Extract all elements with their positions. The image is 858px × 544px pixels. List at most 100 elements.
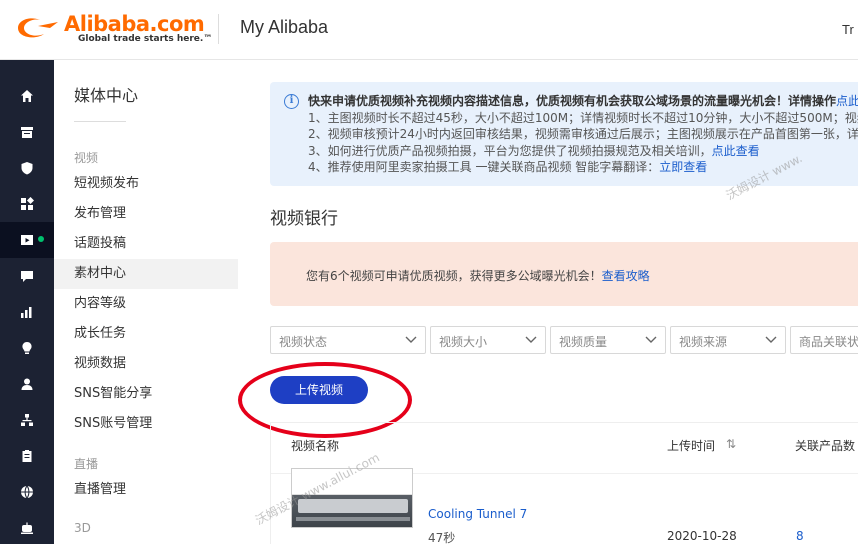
notice-line-4-text: 3、如何进行优质产品视频拍摄，平台为您提供了视频拍摄规范及相关培训， bbox=[308, 143, 712, 158]
main-content: i 快来申请优质视频补充视频内容描述信息，优质视频有机会获取公域场景的流量曝光机… bbox=[238, 60, 858, 544]
video-icon bbox=[21, 235, 33, 245]
menu-item-content-level[interactable]: 内容等级 bbox=[54, 289, 238, 319]
linked-product-count[interactable]: 8 bbox=[796, 529, 804, 543]
hierarchy-icon bbox=[21, 414, 33, 426]
logo-wordmark: Alibaba.com bbox=[64, 12, 205, 36]
rail-assistant[interactable] bbox=[0, 510, 54, 544]
rail-store[interactable] bbox=[0, 114, 54, 150]
video-upload-date: 2020-10-28 bbox=[667, 529, 737, 543]
menu-group-live: 直播 bbox=[74, 457, 99, 471]
menu-item-growth-tasks[interactable]: 成长任务 bbox=[54, 319, 238, 349]
notice-line-1: 快来申请优质视频补充视频内容描述信息，优质视频有机会获取公域场景的流量曝光机会！… bbox=[308, 93, 858, 110]
filter-video-size[interactable]: 视频大小 bbox=[430, 326, 546, 354]
video-duration: 47秒 bbox=[428, 531, 456, 544]
rail-media[interactable] bbox=[0, 222, 54, 258]
video-thumbnail[interactable] bbox=[291, 468, 413, 528]
submenu: 媒体中心 视频 短视频发布 发布管理 话题投稿 素材中心 内容等级 成长任务 视… bbox=[54, 60, 238, 544]
notice-line-5-text: 4、推荐使用阿里卖家拍摄工具 一键关联商品视频 智能字幕翻译： bbox=[308, 160, 660, 174]
top-header: Alibaba.com Global trade starts here.™ M… bbox=[0, 0, 858, 60]
video-name-link[interactable]: Cooling Tunnel 7 bbox=[428, 507, 527, 521]
robot-icon bbox=[21, 522, 33, 534]
notice-lines: 快来申请优质视频补充视频内容描述信息，优质视频有机会获取公域场景的流量曝光机会！… bbox=[308, 93, 858, 176]
filter-video-quality[interactable]: 视频质量 bbox=[550, 326, 666, 354]
store-icon bbox=[21, 127, 33, 138]
alibaba-logo[interactable]: Alibaba.com Global trade starts here.™ bbox=[14, 12, 213, 48]
notice-line-3: 2、视频审核预计24小时内返回审核结果，视频需审核通过后展示；主图视频展示在产品… bbox=[308, 127, 858, 141]
rail-customers[interactable] bbox=[0, 366, 54, 402]
alibaba-smile-icon bbox=[18, 18, 58, 38]
rail-apps[interactable] bbox=[0, 186, 54, 222]
chevron-down-icon bbox=[765, 336, 777, 343]
menu-item-topic-submission[interactable]: 话题投稿 bbox=[54, 229, 238, 259]
chevron-down-icon bbox=[405, 336, 417, 343]
rail-data[interactable] bbox=[0, 294, 54, 330]
rail-network[interactable] bbox=[0, 402, 54, 438]
filter-label: 视频大小 bbox=[439, 335, 488, 349]
thumbnail-bar bbox=[296, 517, 410, 521]
message-icon bbox=[21, 271, 33, 282]
thumbnail-top bbox=[292, 469, 412, 495]
grid-icon bbox=[21, 197, 34, 210]
info-icon: i bbox=[284, 94, 299, 109]
rail-global[interactable] bbox=[0, 474, 54, 510]
menu-group-3d: 3D bbox=[74, 521, 91, 535]
home-icon bbox=[21, 90, 33, 102]
rail-messages[interactable] bbox=[0, 258, 54, 294]
table-row: Cooling Tunnel 7 47秒 2020-10-28 8 bbox=[271, 468, 858, 544]
user-icon bbox=[21, 378, 33, 390]
notice-line-5: 4、推荐使用阿里卖家拍摄工具 一键关联商品视频 智能字幕翻译：立即查看 bbox=[308, 159, 858, 176]
menu-item-live-management[interactable]: 直播管理 bbox=[54, 475, 238, 505]
logo-tagline: Global trade starts here.™ bbox=[78, 34, 213, 44]
icon-rail bbox=[0, 60, 54, 544]
menu-item-publish-management[interactable]: 发布管理 bbox=[54, 199, 238, 229]
filter-video-status[interactable]: 视频状态 bbox=[270, 326, 426, 354]
notice-line-2: 1、主图视频时长不超过45秒，大小不超过100M；详情视频时长不超过10分钟，大… bbox=[308, 110, 858, 125]
section-title: 视频银行 bbox=[270, 209, 338, 229]
menu-item-sns-accounts[interactable]: SNS账号管理 bbox=[54, 409, 238, 439]
rail-home[interactable] bbox=[0, 78, 54, 114]
globe-icon bbox=[21, 485, 33, 499]
menu-group-video: 视频 bbox=[74, 151, 99, 165]
sort-icon[interactable]: ⇅ bbox=[726, 437, 736, 451]
video-table: 视频名称 上传时间 ⇅ 关联产品数 Cooling Tunnel 7 47秒 2… bbox=[270, 422, 858, 544]
header-right-text[interactable]: Tr bbox=[842, 22, 854, 37]
column-header-upload-time[interactable]: 上传时间 bbox=[667, 437, 715, 454]
filter-label: 商品关联状 bbox=[799, 335, 858, 349]
notice-line-1-link[interactable]: 点此 bbox=[836, 94, 858, 108]
promo-banner: 您有6个视频可申请优质视频，获得更多公域曝光机会！查看攻略 bbox=[270, 242, 858, 306]
filter-video-source[interactable]: 视频来源 bbox=[670, 326, 786, 354]
menu-item-video-data[interactable]: 视频数据 bbox=[54, 349, 238, 379]
menu-item-sns-share[interactable]: SNS智能分享 bbox=[54, 379, 238, 409]
info-notice: i 快来申请优质视频补充视频内容描述信息，优质视频有机会获取公域场景的流量曝光机… bbox=[270, 82, 858, 186]
filter-product-link-status[interactable]: 商品关联状 bbox=[790, 326, 858, 354]
chart-icon bbox=[21, 307, 32, 318]
rail-shield[interactable] bbox=[0, 150, 54, 186]
filter-label: 视频来源 bbox=[679, 335, 728, 349]
menu-item-material-center[interactable]: 素材中心 bbox=[54, 259, 238, 289]
active-dot bbox=[38, 236, 44, 242]
column-header-product-count: 关联产品数 bbox=[795, 439, 856, 453]
chevron-down-icon bbox=[525, 336, 537, 343]
notice-line-4-link[interactable]: 点此查看 bbox=[712, 144, 760, 158]
clipboard-icon bbox=[22, 450, 32, 462]
upload-video-button[interactable]: 上传视频 bbox=[270, 376, 368, 404]
lightbulb-icon bbox=[22, 342, 32, 354]
thumbnail-machine bbox=[298, 499, 408, 513]
promo-text: 您有6个视频可申请优质视频，获得更多公域曝光机会！查看攻略 bbox=[306, 267, 650, 284]
shield-icon bbox=[21, 162, 33, 175]
filter-label: 视频质量 bbox=[559, 335, 608, 349]
menu-item-short-video-publish[interactable]: 短视频发布 bbox=[54, 169, 238, 199]
notice-line-4: 3、如何进行优质产品视频拍摄，平台为您提供了视频拍摄规范及相关培训，点此查看 bbox=[308, 143, 858, 160]
notice-line-1-text: 快来申请优质视频补充视频内容描述信息，优质视频有机会获取公域场景的流量曝光机会！… bbox=[308, 94, 837, 108]
submenu-divider bbox=[74, 121, 126, 122]
page-title: My Alibaba bbox=[240, 17, 329, 37]
chevron-down-icon bbox=[645, 336, 657, 343]
promo-message: 您有6个视频可申请优质视频，获得更多公域曝光机会！ bbox=[306, 269, 602, 283]
filter-label: 视频状态 bbox=[279, 335, 328, 349]
notice-line-5-link[interactable]: 立即查看 bbox=[659, 160, 707, 174]
rail-ideas[interactable] bbox=[0, 330, 54, 366]
header-divider bbox=[218, 14, 219, 44]
column-header-name: 视频名称 bbox=[291, 439, 340, 453]
rail-orders[interactable] bbox=[0, 438, 54, 474]
promo-link[interactable]: 查看攻略 bbox=[602, 269, 650, 283]
